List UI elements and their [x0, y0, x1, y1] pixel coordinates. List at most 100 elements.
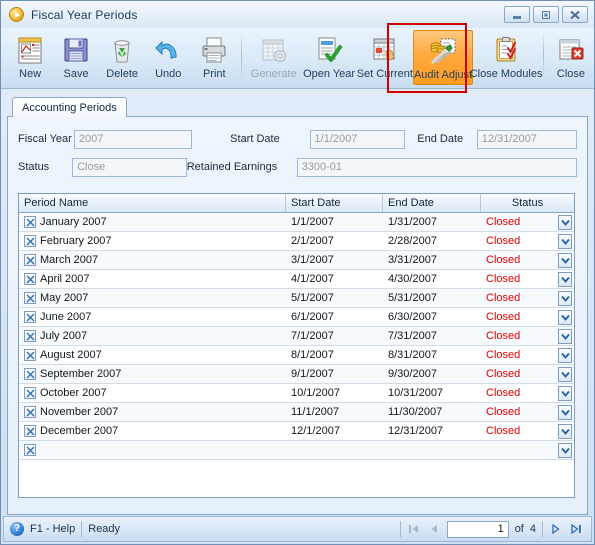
cell-start-date[interactable]: 7/1/2007	[286, 327, 383, 345]
cell-start-date[interactable]: 12/1/2007	[286, 422, 383, 440]
cell-status[interactable]: Closed	[481, 308, 574, 326]
toolbar-button-set-current[interactable]: Set Current	[357, 30, 413, 87]
column-header-status[interactable]: Status	[481, 194, 574, 212]
cell-status[interactable]: Closed	[481, 327, 574, 345]
table-row[interactable]: September 2007 9/1/2007 9/30/2007 Closed	[19, 365, 574, 384]
close-button[interactable]	[562, 6, 588, 23]
chevron-down-icon[interactable]	[558, 423, 572, 439]
fiscal-year-input[interactable]: 2007	[73, 129, 193, 149]
table-row[interactable]: June 2007 6/1/2007 6/30/2007 Closed	[19, 308, 574, 327]
cell-period-name[interactable]: June 2007	[19, 308, 286, 326]
start-date-input[interactable]: 1/1/2007	[309, 129, 406, 149]
cell-start-date[interactable]: 9/1/2007	[286, 365, 383, 383]
cell-status[interactable]	[481, 441, 574, 459]
x-icon[interactable]	[24, 235, 36, 247]
cell-end-date[interactable]: 1/31/2007	[383, 213, 481, 231]
previous-page-icon[interactable]	[427, 522, 441, 536]
table-row[interactable]: February 2007 2/1/2007 2/28/2007 Closed	[19, 232, 574, 251]
x-icon[interactable]	[24, 349, 36, 361]
x-icon[interactable]	[24, 254, 36, 266]
cell-status[interactable]: Closed	[481, 251, 574, 269]
chevron-down-icon[interactable]	[558, 385, 572, 401]
chevron-down-icon[interactable]	[558, 290, 572, 306]
toolbar-button-audit-adjust[interactable]: Audit Adjust	[412, 30, 474, 85]
cell-status[interactable]: Closed	[481, 403, 574, 421]
x-icon[interactable]	[24, 292, 36, 304]
first-page-icon[interactable]	[407, 522, 421, 536]
cell-status[interactable]: Closed	[481, 346, 574, 364]
cell-period-name[interactable]: September 2007	[19, 365, 286, 383]
cell-period-name[interactable]: January 2007	[19, 213, 286, 231]
cell-period-name[interactable]: July 2007	[19, 327, 286, 345]
cell-status[interactable]: Closed	[481, 232, 574, 250]
cell-end-date[interactable]: 10/31/2007	[383, 384, 481, 402]
cell-end-date[interactable]: 7/31/2007	[383, 327, 481, 345]
chevron-down-icon[interactable]	[558, 233, 572, 249]
cell-period-name[interactable]: March 2007	[19, 251, 286, 269]
last-page-icon[interactable]	[569, 522, 583, 536]
cell-end-date[interactable]: 3/31/2007	[383, 251, 481, 269]
cell-status[interactable]: Closed	[481, 213, 574, 231]
table-row[interactable]	[19, 441, 574, 460]
cell-start-date[interactable]: 11/1/2007	[286, 403, 383, 421]
page-number-input[interactable]: 1	[446, 520, 509, 538]
periods-grid[interactable]: Period Name Start Date End Date Status J…	[18, 193, 575, 498]
cell-end-date[interactable]: 6/30/2007	[383, 308, 481, 326]
table-row[interactable]: August 2007 8/1/2007 8/31/2007 Closed	[19, 346, 574, 365]
restore-button[interactable]	[533, 6, 559, 23]
chevron-down-icon[interactable]	[558, 252, 572, 268]
table-row[interactable]: November 2007 11/1/2007 11/30/2007 Closed	[19, 403, 574, 422]
chevron-down-icon[interactable]	[558, 347, 572, 363]
table-row[interactable]: January 2007 1/1/2007 1/31/2007 Closed	[19, 213, 574, 232]
chevron-down-icon[interactable]	[558, 328, 572, 344]
cell-end-date[interactable]	[383, 441, 481, 459]
table-row[interactable]: July 2007 7/1/2007 7/31/2007 Closed	[19, 327, 574, 346]
next-page-icon[interactable]	[549, 522, 563, 536]
cell-start-date[interactable]	[286, 441, 383, 459]
cell-start-date[interactable]: 6/1/2007	[286, 308, 383, 326]
minimize-button[interactable]	[504, 6, 530, 23]
cell-end-date[interactable]: 4/30/2007	[383, 270, 481, 288]
cell-period-name[interactable]: April 2007	[19, 270, 286, 288]
cell-period-name[interactable]: October 2007	[19, 384, 286, 402]
toolbar-button-close[interactable]: Close	[548, 30, 594, 87]
chevron-down-icon[interactable]	[558, 214, 572, 230]
cell-period-name[interactable]	[19, 441, 286, 459]
cell-period-name[interactable]: August 2007	[19, 346, 286, 364]
table-row[interactable]: December 2007 12/1/2007 12/31/2007 Closed	[19, 422, 574, 441]
cell-end-date[interactable]: 8/31/2007	[383, 346, 481, 364]
cell-period-name[interactable]: May 2007	[19, 289, 286, 307]
x-icon[interactable]	[24, 406, 36, 418]
toolbar-button-generate[interactable]: Generate	[246, 30, 301, 87]
cell-end-date[interactable]: 12/31/2007	[383, 422, 481, 440]
toolbar-button-undo[interactable]: Undo	[145, 30, 191, 87]
x-icon[interactable]	[24, 444, 36, 456]
cell-period-name[interactable]: November 2007	[19, 403, 286, 421]
cell-status[interactable]: Closed	[481, 422, 574, 440]
toolbar-button-close-modules[interactable]: Close Modules	[470, 30, 542, 87]
cell-start-date[interactable]: 1/1/2007	[286, 213, 383, 231]
x-icon[interactable]	[24, 311, 36, 323]
chevron-down-icon[interactable]	[558, 366, 572, 382]
cell-period-name[interactable]: February 2007	[19, 232, 286, 250]
x-icon[interactable]	[24, 273, 36, 285]
toolbar-button-delete[interactable]: Delete	[99, 30, 145, 87]
cell-start-date[interactable]: 3/1/2007	[286, 251, 383, 269]
toolbar-button-open-year[interactable]: Open Year	[301, 30, 356, 87]
toolbar-button-print[interactable]: Print	[191, 30, 237, 87]
x-icon[interactable]	[24, 425, 36, 437]
column-header-period-name[interactable]: Period Name	[19, 194, 286, 212]
status-input[interactable]: Close	[72, 157, 187, 177]
column-header-start-date[interactable]: Start Date	[286, 194, 383, 212]
cell-end-date[interactable]: 2/28/2007	[383, 232, 481, 250]
cell-status[interactable]: Closed	[481, 289, 574, 307]
cell-status[interactable]: Closed	[481, 365, 574, 383]
table-row[interactable]: April 2007 4/1/2007 4/30/2007 Closed	[19, 270, 574, 289]
x-icon[interactable]	[24, 387, 36, 399]
table-row[interactable]: March 2007 3/1/2007 3/31/2007 Closed	[19, 251, 574, 270]
table-row[interactable]: May 2007 5/1/2007 5/31/2007 Closed	[19, 289, 574, 308]
cell-start-date[interactable]: 8/1/2007	[286, 346, 383, 364]
cell-end-date[interactable]: 9/30/2007	[383, 365, 481, 383]
toolbar-button-save[interactable]: Save	[53, 30, 99, 87]
chevron-down-icon[interactable]	[558, 271, 572, 287]
